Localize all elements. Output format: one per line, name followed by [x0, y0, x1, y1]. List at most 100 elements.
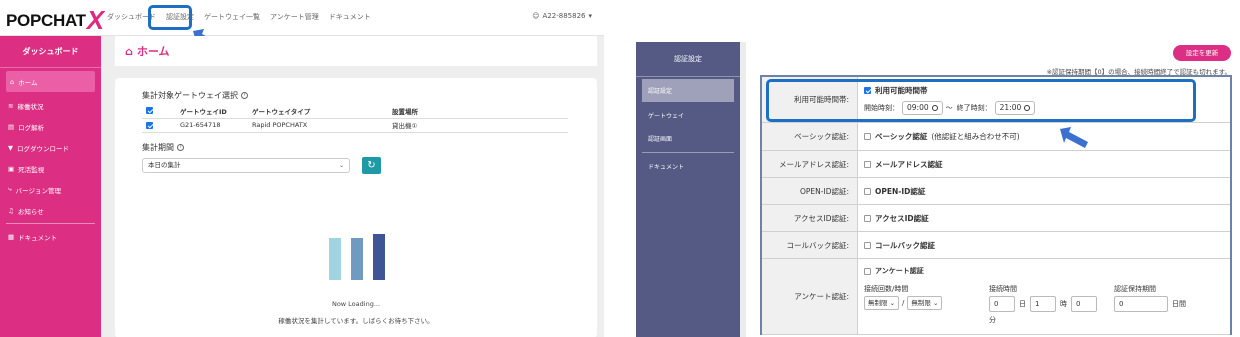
nav-gateway-list[interactable]: ゲートウェイ一覧	[204, 12, 260, 22]
count-selects: 無制限 ⌄ / 無制限 ⌄	[864, 296, 943, 310]
survey-auth-label: アンケート認証	[875, 267, 924, 275]
sidebar-header: ダッシュボード	[0, 36, 101, 68]
row-checkbox[interactable]	[146, 121, 153, 129]
cell-gateway-id: G21-654718	[176, 118, 248, 133]
popchat-logo[interactable]: POPCHAT X	[6, 5, 104, 33]
document-icon: ▦	[8, 232, 15, 241]
row-openid-auth: OPEN-ID認証: OPEN-ID認証	[762, 178, 1230, 205]
sidebar-item-label: 稼働状況	[17, 102, 44, 111]
row-label: アンケート認証:	[762, 259, 858, 334]
sidebar-item-log-analysis[interactable]: ▤ ログ解析	[0, 116, 101, 137]
row-value: OPEN-ID認証	[858, 178, 1230, 204]
sidebar-item-label: 死活監視	[18, 165, 45, 174]
sidebar-item-auth-settings[interactable]: 認証設定	[642, 79, 734, 102]
loader-bar	[351, 238, 363, 280]
branch-icon: ⤷	[8, 185, 12, 193]
select-all-checkbox[interactable]	[146, 107, 153, 115]
accessid-auth-checkbox[interactable]	[864, 214, 871, 222]
keep-period-unit: 日間	[1172, 300, 1186, 308]
sidebar-item-docs[interactable]: ドキュメント	[636, 155, 740, 178]
openid-auth-checkbox[interactable]	[864, 187, 871, 195]
help-icon[interactable]: ?	[241, 92, 248, 99]
loader-bar	[373, 234, 385, 280]
row-value: コールバック認証	[858, 232, 1230, 258]
caret-down-icon: ▾	[588, 12, 592, 20]
home-icon: ⌂	[125, 44, 133, 58]
sidebar-item-auth-screen[interactable]: 認証画面	[636, 127, 740, 150]
auth-settings-highlight	[148, 5, 192, 30]
select-all-cell	[142, 104, 176, 119]
settings-sidebar: 認証設定 認証設定 ゲートウェイ 認証画面 ドキュメント	[636, 42, 740, 337]
row-label: OPEN-ID認証:	[762, 178, 858, 204]
update-settings-button[interactable]: 設定を更新	[1173, 45, 1231, 61]
section-title-text: 集計対象ゲートウェイ選択	[142, 91, 238, 100]
time-select[interactable]: 無制限 ⌄	[907, 296, 943, 310]
sidebar-item-news[interactable]: ♫ お知らせ	[0, 200, 101, 221]
bell-icon: ♫	[8, 206, 14, 215]
keep-period-label: 認証保持期間	[1114, 285, 1156, 293]
top-navbar: POPCHAT X ダッシュボード 認証設定 ゲートウェイ一覧 アンケート管理 …	[0, 0, 604, 36]
sidebar-item-status[interactable]: ≋ 稼働状況	[0, 95, 101, 116]
dashboard-screen: POPCHAT X ダッシュボード 認証設定 ゲートウェイ一覧 アンケート管理 …	[0, 0, 604, 337]
sidebar-item-label: ホーム	[18, 78, 38, 87]
auth-settings-screen: 認証設定 認証設定 ゲートウェイ 認証画面 ドキュメント 設定を更新 ※認証保持…	[636, 42, 1240, 337]
loader-bar	[329, 238, 341, 280]
keep-period-input[interactable]: 0	[1114, 296, 1168, 312]
top-nav-links: ダッシュボード 認証設定 ゲートウェイ一覧 アンケート管理 ドキュメント	[107, 12, 371, 22]
hours-input[interactable]: 1	[1030, 296, 1056, 312]
nav-survey-management[interactable]: アンケート管理	[270, 12, 319, 22]
home-icon: ⌂	[10, 77, 15, 86]
row-survey-auth: アンケート認証: アンケート認証 接続回数/時間 無制限 ⌄ / 無制限 ⌄ 接…	[762, 259, 1230, 335]
page-title: ホーム	[136, 45, 170, 58]
refresh-button[interactable]: ↻	[362, 157, 381, 174]
sidebar-item-label: ドキュメント	[18, 233, 58, 242]
accessid-auth-label: アクセスID認証	[875, 213, 929, 223]
row-label: コールバック認証:	[762, 232, 858, 258]
table-row: G21-654718 Rapid POPCHATX 貸出機①	[142, 118, 568, 133]
row-label: メールアドレス認証:	[762, 151, 858, 177]
days-input[interactable]: 0	[989, 296, 1015, 312]
hours-highlight	[766, 79, 1196, 122]
connection-time-label: 接続時間	[989, 285, 1017, 293]
account-menu[interactable]: ☺ A22-885826 ▾	[532, 12, 592, 20]
count-select[interactable]: 無制限 ⌄	[864, 296, 900, 310]
sidebar: ダッシュボード ⌂ ホーム ≋ 稼働状況 ▤ ログ解析 ▼ ログダウンロード ▣ 死活監視…	[0, 36, 101, 337]
row-label: アクセスID認証:	[762, 205, 858, 231]
user-icon: ☺	[532, 12, 540, 20]
nav-documents[interactable]: ドキュメント	[329, 12, 371, 22]
minutes-unit: 分	[989, 316, 996, 324]
col-location: 設置場所	[388, 104, 568, 119]
openid-auth-label: OPEN-ID認証	[875, 186, 926, 196]
count-slash: /	[902, 299, 905, 307]
keep-period-input-group: 0 日間	[1114, 296, 1186, 312]
minutes-input[interactable]: 0	[1071, 296, 1097, 312]
sidebar-item-home[interactable]: ⌂ ホーム	[6, 71, 95, 92]
row-value: ベーシック認証 (他認証と組み合わせ不可)	[858, 123, 1230, 150]
sidebar-item-docs[interactable]: ▦ ドキュメント	[0, 226, 101, 247]
refresh-icon: ↻	[367, 160, 376, 171]
callback-auth-label: コールバック認証	[875, 240, 935, 250]
sidebar-item-gateway[interactable]: ゲートウェイ	[636, 104, 740, 127]
count-label: 接続回数/時間	[864, 285, 909, 293]
pointer-arrow-icon	[1060, 127, 1088, 148]
survey-auth-checkbox[interactable]	[864, 267, 871, 275]
loading-message: 稼働状況を集計しています。しばらくお待ち下さい。	[278, 317, 434, 325]
sidebar-item-version[interactable]: ⤷ バージョン管理	[0, 179, 101, 200]
page-title-bar: ⌂ ホーム	[115, 36, 597, 66]
sidebar-item-label: ログ解析	[18, 123, 45, 132]
connection-time-inputs: 0 日 1 時 0	[989, 296, 1097, 312]
gateway-section-title: 集計対象ゲートウェイ選択 ?	[142, 90, 248, 101]
help-icon[interactable]: ?	[177, 144, 184, 151]
cell-gateway-type: Rapid POPCHATX	[248, 118, 388, 133]
basic-auth-checkbox[interactable]	[864, 133, 871, 140]
row-value: アクセスID認証	[858, 205, 1230, 231]
col-gateway-id: ゲートウェイID	[176, 104, 248, 119]
period-select[interactable]: 本日の集計 ⌄	[142, 158, 350, 173]
row-mail-auth: メールアドレス認証: メールアドレス認証	[762, 151, 1230, 178]
sidebar-item-log-download[interactable]: ▼ ログダウンロード	[0, 137, 101, 158]
mail-auth-checkbox[interactable]	[864, 160, 871, 168]
hours-unit: 時	[1060, 300, 1067, 308]
callback-auth-checkbox[interactable]	[864, 241, 871, 249]
sidebar-item-label: ログダウンロード	[17, 144, 69, 153]
sidebar-item-monitoring[interactable]: ▣ 死活監視	[0, 158, 101, 179]
